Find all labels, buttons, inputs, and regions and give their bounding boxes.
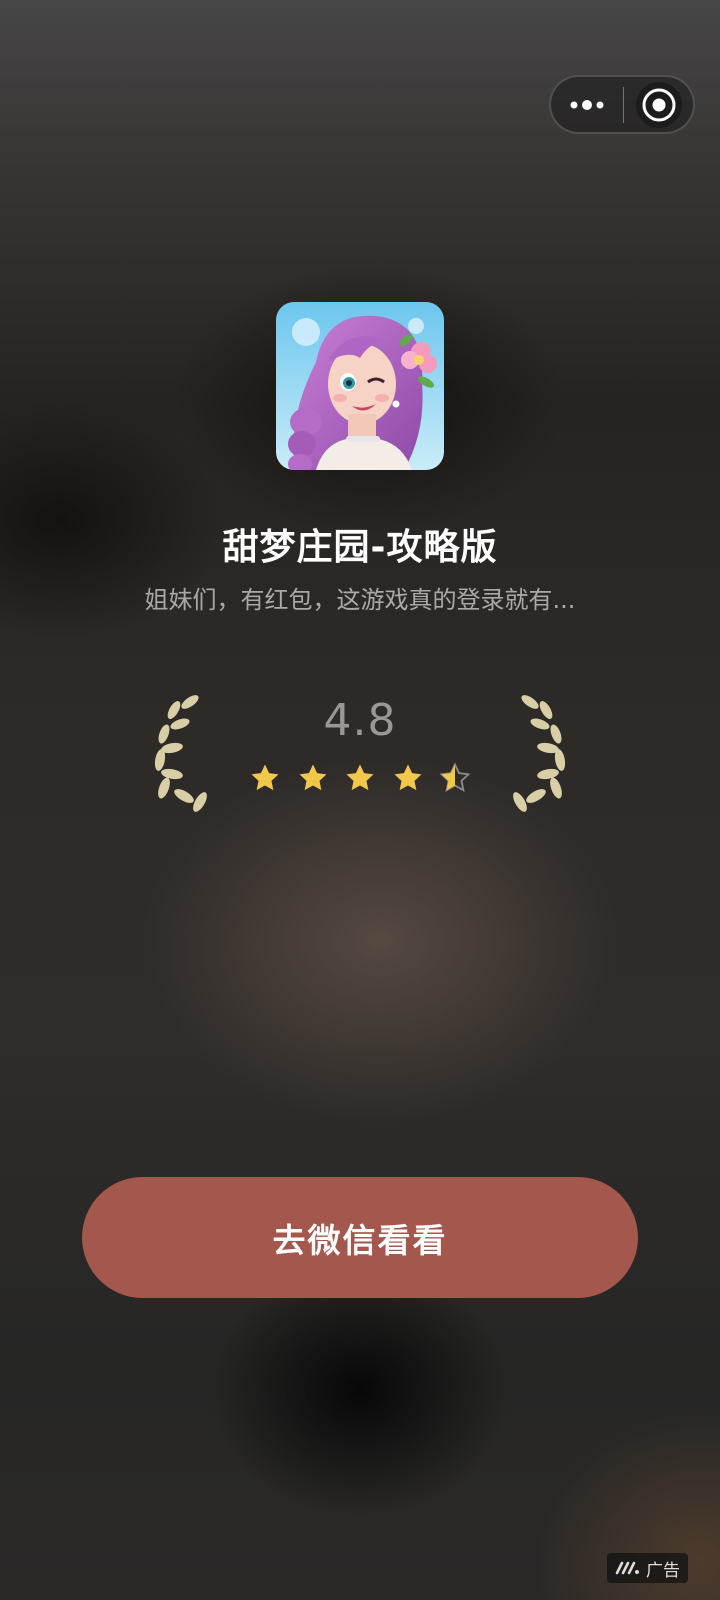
laurel-left-icon [154, 695, 207, 812]
star-full-icon [394, 764, 421, 791]
star-full-icon [346, 764, 374, 791]
miniprogram-capsule [549, 75, 695, 134]
background [0, 0, 720, 1600]
laurel-right-icon [513, 695, 566, 812]
ad-badge-label: 广告 [646, 1560, 680, 1581]
star-full-icon [251, 764, 279, 791]
app-title: 甜梦庄园-攻略版 [222, 527, 498, 568]
more-dots-icon [570, 99, 604, 110]
close-button[interactable] [624, 77, 693, 132]
rating-score: 4.8 [323, 695, 397, 746]
app-description: 姐妹们，有红包，这游戏真的登录就有... [144, 586, 576, 614]
rating-stars [248, 760, 472, 796]
more-button[interactable] [551, 77, 623, 132]
ad-badge[interactable]: 广告 [607, 1553, 688, 1583]
star-full-icon [299, 764, 326, 791]
target-close-icon [635, 81, 682, 128]
star-half-icon [439, 762, 471, 792]
ad-logo-icon [615, 1561, 639, 1575]
open-wechat-button[interactable]: 去微信看看 [82, 1177, 638, 1298]
app-icon [276, 302, 444, 470]
